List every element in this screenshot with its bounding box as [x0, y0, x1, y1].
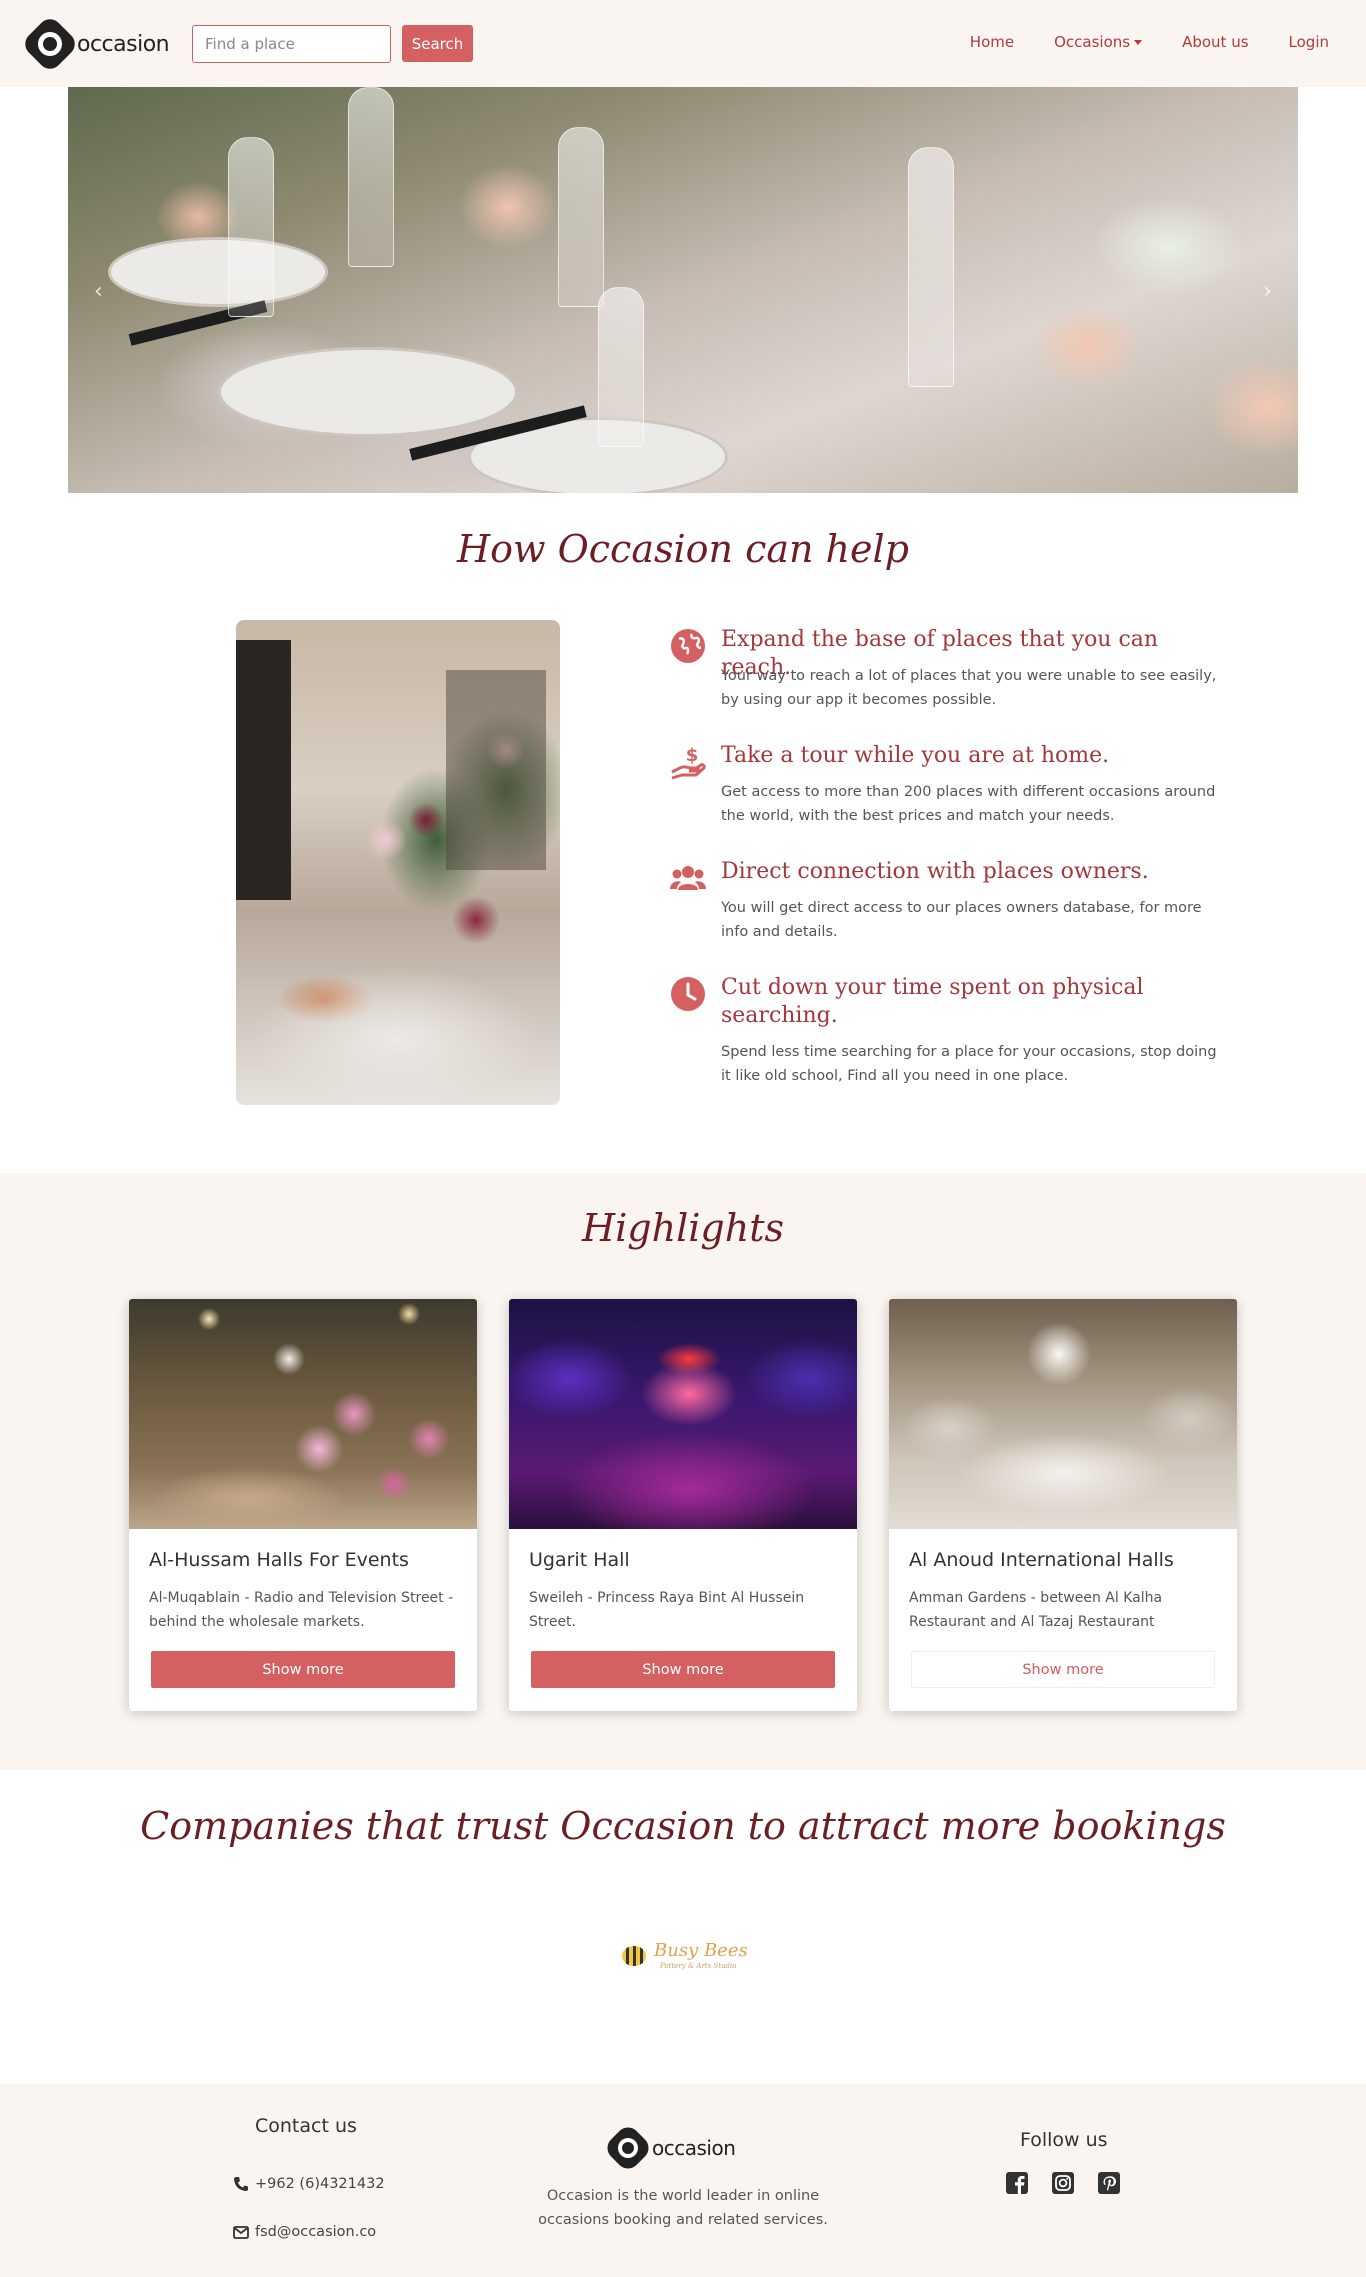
search-button[interactable]: Search	[402, 25, 473, 62]
envelope-icon	[233, 2226, 249, 2239]
feature-title: Direct connection with places owners.	[721, 859, 1149, 884]
highlight-card: Ugarit Hall Sweileh - Princess Raya Bint…	[509, 1299, 857, 1711]
busy-bees-logo[interactable]: Busy Bees Pottery & Arts Studio	[620, 1940, 750, 1974]
card-address: Al-Muqablain - Radio and Television Stre…	[149, 1590, 454, 1630]
how-section-title: How Occasion can help	[456, 527, 909, 571]
footer: Contact us +962 (6)4321432 fsd@occasion.…	[0, 2084, 1366, 2277]
image-doorway	[236, 640, 291, 900]
feature-item: Cut down your time spent on physical sea…	[670, 974, 1230, 1094]
highlight-card: Al Anoud International Halls Amman Garde…	[889, 1299, 1237, 1711]
feature-title: Take a tour while you are at home.	[721, 743, 1110, 768]
nav-login[interactable]: Login	[1289, 33, 1329, 51]
feature-text: Get access to more than 200 places with …	[721, 784, 1216, 824]
pinterest-icon[interactable]	[1098, 2172, 1120, 2194]
email-address: fsd@occasion.co	[255, 2224, 377, 2240]
footer-logo[interactable]: occasion	[602, 2122, 736, 2174]
nav-home[interactable]: Home	[970, 33, 1014, 51]
show-more-button[interactable]: Show more	[151, 1651, 455, 1688]
nav-occasions-label: Occasions	[1054, 33, 1131, 51]
card-name: Ugarit Hall	[529, 1549, 630, 1571]
brand-logo[interactable]: occasion	[20, 14, 170, 74]
contact-phone[interactable]: +962 (6)4321432	[233, 2176, 385, 2192]
phone-number: +962 (6)4321432	[255, 2176, 385, 2192]
show-more-button[interactable]: Show more	[911, 1651, 1215, 1688]
caret-down-icon	[1134, 40, 1143, 45]
clock-icon	[671, 977, 705, 1011]
users-icon	[670, 866, 706, 890]
phone-icon	[234, 2177, 248, 2191]
card-address: Amman Gardens - between Al Kalha Restaur…	[909, 1590, 1163, 1630]
carousel-next-icon[interactable]: ›	[1263, 279, 1272, 304]
feature-item: Expand the base of places that you can r…	[670, 626, 1230, 716]
company-logo-name: Busy Bees	[654, 1940, 748, 1961]
feature-text: Your way to reach a lot of places that y…	[721, 668, 1217, 708]
globe-icon	[671, 629, 705, 663]
brand-name: occasion	[77, 31, 170, 57]
plate-decoration	[108, 237, 328, 307]
social-links	[1006, 2172, 1120, 2194]
carousel-prev-icon[interactable]: ‹	[94, 279, 103, 304]
contact-email[interactable]: fsd@occasion.co	[233, 2224, 376, 2240]
highlights-title: Highlights	[582, 1206, 784, 1250]
card-name: Al Anoud International Halls	[909, 1549, 1174, 1571]
feature-item: $ Take a tour while you are at home. Get…	[670, 742, 1230, 832]
nav-about[interactable]: About us	[1182, 33, 1248, 51]
feature-title: Cut down your time spent on physical sea…	[721, 975, 1144, 1028]
occasion-logo-icon	[20, 14, 80, 74]
hero-carousel-image: ‹ ›	[68, 87, 1298, 493]
glass-decoration	[558, 127, 604, 307]
card-address: Sweileh - Princess Raya Bint Al Hussein …	[529, 1590, 805, 1630]
feature-text: Spend less time searching for a place fo…	[721, 1044, 1217, 1084]
glass-decoration	[348, 87, 394, 267]
navbar: occasion Search Home Occasions About us …	[0, 0, 1366, 87]
glass-decoration	[598, 287, 644, 447]
plate-decoration	[218, 347, 518, 437]
image-window	[446, 670, 546, 870]
footer-brand-name: occasion	[652, 2136, 736, 2160]
svg-text:$: $	[686, 745, 699, 766]
hand-holding-dollar-icon: $	[671, 745, 706, 780]
search-input[interactable]	[192, 25, 391, 63]
companies-title: Companies that trust Occasion to attract…	[140, 1804, 1226, 1848]
instagram-icon[interactable]	[1052, 2172, 1074, 2194]
occasion-logo-icon	[602, 2122, 654, 2174]
glass-decoration	[908, 147, 954, 387]
highlight-card: Al-Hussam Halls For Events Al-Muqablain …	[129, 1299, 477, 1711]
bee-icon	[622, 1946, 646, 1966]
card-image	[889, 1299, 1237, 1529]
nav-links: Home Occasions About us Login	[970, 33, 1329, 51]
company-logo-subtitle: Pottery & Arts Studio	[660, 1962, 737, 1970]
follow-title: Follow us	[1020, 2129, 1108, 2151]
card-image	[509, 1299, 857, 1529]
card-image	[129, 1299, 477, 1529]
footer-about-text: Occasion is the world leader in online o…	[538, 2188, 828, 2228]
contact-title: Contact us	[255, 2115, 357, 2137]
facebook-icon[interactable]	[1006, 2172, 1028, 2194]
feature-item: Direct connection with places owners. Yo…	[670, 858, 1230, 948]
glass-decoration	[228, 137, 274, 317]
feature-text: You will get direct access to our places…	[721, 900, 1202, 940]
card-name: Al-Hussam Halls For Events	[149, 1549, 409, 1571]
how-section-image	[236, 620, 560, 1105]
show-more-button[interactable]: Show more	[531, 1651, 835, 1688]
nav-occasions-dropdown[interactable]: Occasions	[1054, 33, 1143, 51]
